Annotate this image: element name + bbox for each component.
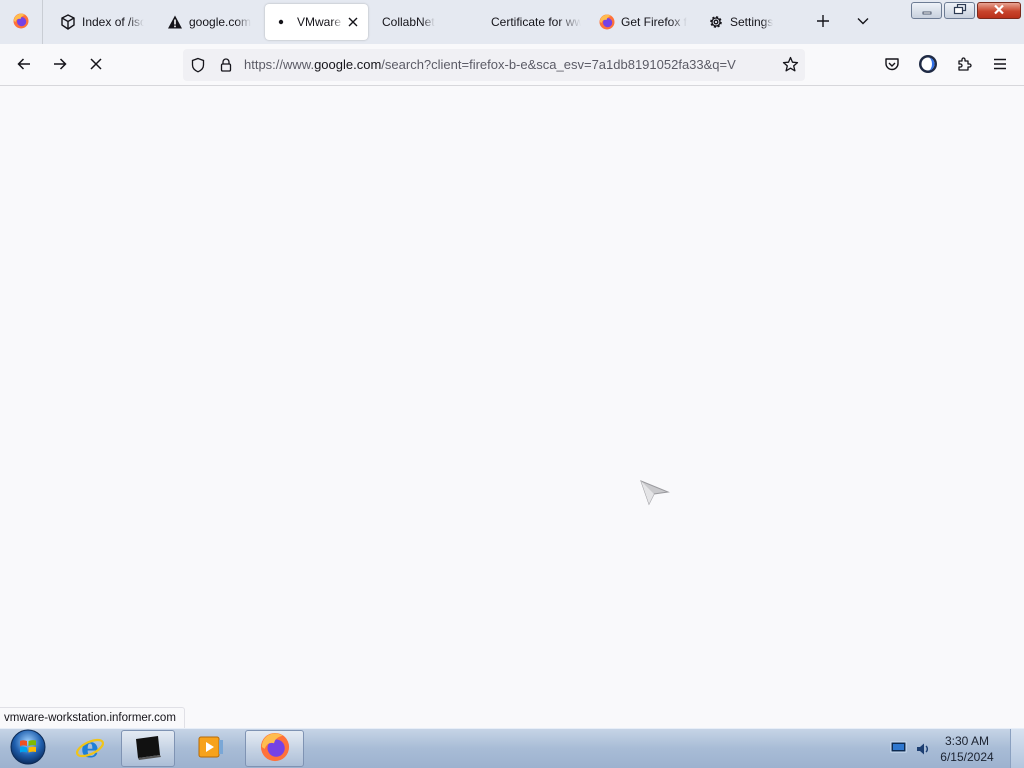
tab-label: Index of /iso [82,15,144,29]
page-content[interactable]: vmware-workstation.informer.com [0,86,1024,728]
app-menu-button[interactable] [987,52,1013,78]
gear-icon [708,14,724,30]
tab-settings[interactable]: Settings [698,4,802,40]
tab-certificate[interactable]: Certificate for www [481,4,587,40]
network-icon[interactable] [890,741,908,758]
restore-icon [953,3,967,18]
lock-icon[interactable] [218,57,234,76]
chevron-down-icon [856,14,870,31]
url-input[interactable]: https://www.google.com/search?client=fir… [244,49,774,81]
tracking-protection-icon[interactable] [190,57,206,76]
url-host: google.com [314,57,382,72]
warning-icon [167,14,183,30]
tab-get-firefox[interactable]: Get Firefox for [589,4,693,40]
extensions-button[interactable] [951,52,977,78]
tab-strip: Index of /iso google.com VMware Workstat… [0,0,1024,44]
puzzle-icon [956,56,972,75]
tab-label: VMware Workstation [297,15,343,29]
bookmark-star-icon[interactable] [782,56,799,76]
taskbar-internet-explorer[interactable]: e [62,730,118,767]
list-all-tabs-button[interactable] [851,10,875,34]
tab-vmware[interactable]: VMware Workstation [265,4,368,40]
url-path: /search?client=firefox-b-e&sca_esv=7a1db… [381,57,736,72]
mouse-pointer-icon [640,480,670,509]
windows-orb-icon [9,728,47,768]
hamburger-menu-icon [993,58,1007,73]
tab-label: Certificate for www [491,15,581,29]
address-bar[interactable]: https://www.google.com/search?client=fir… [183,49,805,81]
plus-icon [816,14,830,31]
stop-loading-button[interactable] [83,52,109,78]
firefox-icon [260,732,290,765]
account-button[interactable] [915,52,941,78]
navigation-toolbar: https://www.google.com/search?client=fir… [0,44,1024,86]
clock-time: 3:30 AM [944,734,990,748]
new-tab-button[interactable] [811,10,835,34]
tab-label: Get Firefox for [621,15,687,29]
tab-index-of-iso[interactable]: Index of /iso [50,4,150,40]
start-button[interactable] [2,728,54,768]
window-controls [911,2,1021,19]
media-player-icon [195,733,227,764]
pocket-button[interactable] [879,52,905,78]
tab-label: google.com [189,15,251,29]
arrow-left-icon [16,56,32,75]
firefox-icon [599,14,615,30]
terminal-icon [132,733,164,764]
clock-date: 6/15/2024 [940,750,994,764]
system-clock[interactable]: 3:30 AM 6/15/2024 [934,733,1000,765]
account-avatar-icon [918,54,938,77]
svg-text:e: e [81,731,99,763]
minimize-button[interactable] [911,2,942,19]
volume-icon[interactable] [915,741,931,760]
close-window-button[interactable] [977,2,1021,19]
internet-explorer-icon: e [74,731,106,766]
tab-collabnet[interactable]: CollabNet [372,4,476,40]
taskbar-firefox[interactable] [245,730,304,767]
taskbar: e 3:30 AM 6/15/2024 [0,728,1024,768]
minimize-icon [921,4,933,18]
tab-google[interactable]: google.com [157,4,257,40]
firefox-window: Index of /iso google.com VMware Workstat… [0,0,1024,768]
url-scheme: https://www. [244,57,315,72]
arrow-right-icon [52,56,68,75]
stop-icon [89,57,103,74]
taskbar-media-player[interactable] [183,730,239,767]
restore-button[interactable] [944,2,975,19]
close-icon [993,4,1005,18]
tab-close-icon[interactable] [347,16,359,28]
firefox-icon [13,13,29,32]
back-button[interactable] [11,52,37,78]
folder-network-icon [60,14,76,30]
tab-label: Settings [730,15,774,29]
show-desktop-button[interactable] [1010,729,1024,768]
taskbar-command-prompt[interactable] [121,730,175,767]
tab-label: CollabNet [382,15,435,29]
tab-pinned-firefox[interactable] [0,0,43,44]
forward-button[interactable] [47,52,73,78]
loading-dot-icon [275,14,287,30]
pocket-icon [884,56,900,75]
link-status-text: vmware-workstation.informer.com [0,707,185,728]
